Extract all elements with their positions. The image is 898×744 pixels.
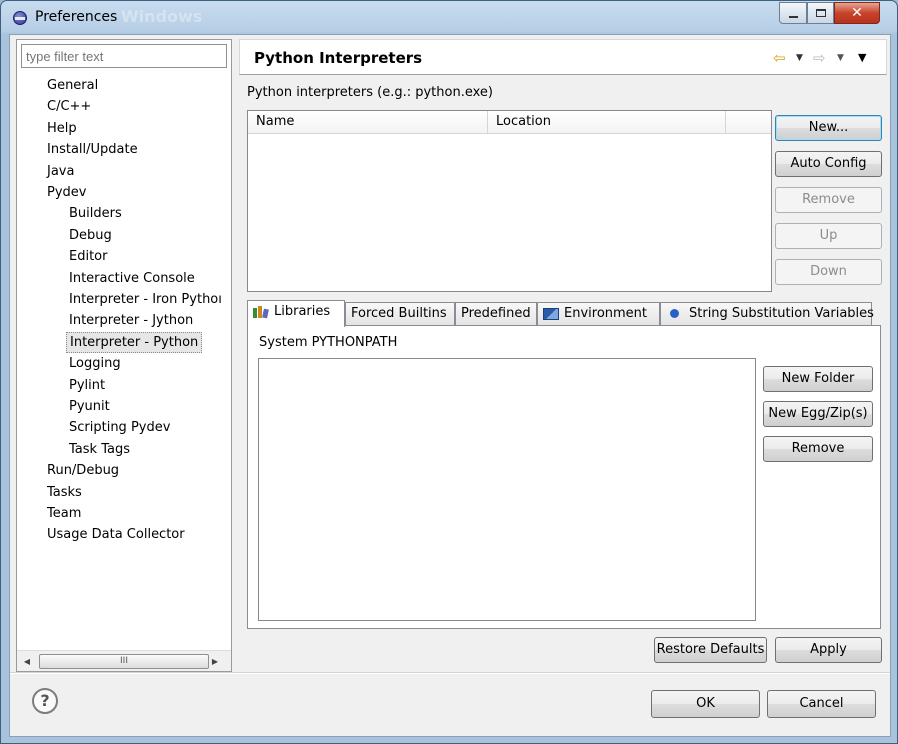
move-down-button[interactable]: Down: [775, 259, 882, 285]
variables-dot-icon: [670, 309, 679, 318]
tree-item[interactable]: Task Tags: [66, 439, 133, 460]
window-title: Preferences: [35, 9, 118, 25]
tree-item[interactable]: Interpreter - Iron Pythoı: [66, 289, 225, 310]
column-header-location[interactable]: Location: [488, 111, 726, 134]
back-dropdown-icon[interactable]: ▼: [796, 53, 803, 63]
footer-separator: [10, 672, 890, 674]
close-button[interactable]: ✕: [834, 2, 880, 24]
view-menu-icon[interactable]: ▼: [858, 51, 866, 64]
tree-item[interactable]: Interpreter - Python: [66, 331, 203, 353]
forward-arrow-icon[interactable]: ⇨: [813, 49, 826, 67]
scrollbar-thumb[interactable]: III: [39, 654, 209, 669]
tree-item[interactable]: C/C++: [44, 96, 94, 117]
system-pythonpath-label: System PYTHONPATH: [259, 335, 398, 350]
interpreters-table[interactable]: Name Location: [247, 110, 772, 292]
tab-libraries-label: Libraries: [274, 304, 331, 319]
tree-item[interactable]: Usage Data Collector: [44, 524, 188, 545]
new-button-label: New...: [808, 120, 849, 135]
environment-icon: [543, 307, 559, 320]
page-title: Python Interpreters: [254, 49, 423, 67]
tree-item[interactable]: Interactive Console: [66, 268, 198, 289]
remove-path-button[interactable]: Remove: [763, 436, 873, 462]
scrollbar-grip: III: [120, 656, 128, 666]
preferences-tree-pane: GeneralC/C++HelpInstall/UpdateJavaPydevB…: [16, 39, 232, 672]
maximize-button[interactable]: [807, 2, 834, 24]
close-icon: ✕: [851, 5, 863, 21]
tab-environment[interactable]: Environment: [537, 302, 660, 326]
tab-environment-label: Environment: [564, 306, 648, 321]
tree-item[interactable]: Scripting Pydev: [66, 417, 173, 438]
minimize-button[interactable]: [779, 2, 807, 24]
new-egg-zip-button[interactable]: New Egg/Zip(s): [763, 401, 873, 427]
tab-forced-builtins[interactable]: Forced Builtins: [345, 302, 455, 326]
page-header: Python Interpreters ⇦ ▼ ⇨ ▼ ▼: [239, 39, 887, 75]
maximize-icon: [815, 9, 826, 17]
tree-item[interactable]: Debug: [66, 225, 115, 246]
title-watermark: Windows: [121, 7, 203, 26]
tree-horizontal-scrollbar[interactable]: ◀ III ▶: [17, 650, 231, 671]
tab-string-substitution-variables[interactable]: String Substitution Variables: [660, 302, 874, 326]
auto-config-button[interactable]: Auto Config: [775, 151, 882, 177]
eclipse-app-icon: [13, 11, 27, 25]
tab-predefined[interactable]: Predefined: [455, 302, 537, 326]
tree-item[interactable]: Java: [44, 161, 77, 182]
help-icon[interactable]: ?: [32, 688, 58, 714]
tab-string-substitution-label: String Substitution Variables: [689, 306, 874, 321]
filter-input[interactable]: [21, 44, 227, 68]
tree-item[interactable]: Run/Debug: [44, 460, 122, 481]
tree-item[interactable]: Pydev: [44, 182, 89, 203]
tree-item[interactable]: General: [44, 75, 101, 96]
preferences-window: Preferences Windows ✕ GeneralC/C++HelpIn…: [0, 0, 898, 744]
new-interpreter-button[interactable]: New...: [775, 115, 882, 141]
libraries-panel: System PYTHONPATH New Folder New Egg/Zip…: [247, 325, 881, 629]
libraries-icon: [253, 305, 269, 318]
tree-item[interactable]: Editor: [66, 246, 110, 267]
column-header-name[interactable]: Name: [248, 111, 488, 134]
move-up-button[interactable]: Up: [775, 223, 882, 249]
tree-item[interactable]: Pyunit: [66, 396, 113, 417]
minimize-icon: [788, 16, 798, 18]
scroll-left-arrow-icon[interactable]: ◀: [19, 654, 35, 669]
column-header-filler: [726, 111, 771, 134]
dialog-client-area: GeneralC/C++HelpInstall/UpdateJavaPydevB…: [9, 34, 891, 737]
remove-interpreter-button[interactable]: Remove: [775, 187, 882, 213]
tree-item[interactable]: Install/Update: [44, 139, 141, 160]
interpreters-label: Python interpreters (e.g.: python.exe): [247, 85, 493, 100]
forward-dropdown-icon[interactable]: ▼: [837, 53, 844, 63]
restore-defaults-button[interactable]: Restore Defaults: [654, 637, 767, 663]
tab-libraries[interactable]: Libraries: [247, 300, 345, 327]
apply-button[interactable]: Apply: [775, 637, 882, 663]
scroll-right-arrow-icon[interactable]: ▶: [207, 654, 223, 669]
preferences-tree: General C/C++ Help Install/Update Java Pydev B…: [17, 74, 231, 649]
tree-item[interactable]: Tasks: [44, 482, 85, 503]
tree-item[interactable]: Logging: [66, 353, 124, 374]
tree-item[interactable]: Pylint: [66, 375, 108, 396]
back-arrow-icon[interactable]: ⇦: [773, 49, 786, 67]
new-folder-button[interactable]: New Folder: [763, 366, 873, 392]
tree-item[interactable]: Help: [44, 118, 80, 139]
title-bar[interactable]: Preferences Windows ✕: [1, 1, 897, 35]
tree-item[interactable]: Builders: [66, 203, 125, 224]
cancel-button[interactable]: Cancel: [767, 690, 876, 718]
pythonpath-list[interactable]: [258, 358, 756, 621]
ok-button[interactable]: OK: [651, 690, 760, 718]
tree-item[interactable]: Interpreter - Jython: [66, 310, 196, 331]
tree-item[interactable]: Team: [44, 503, 84, 524]
